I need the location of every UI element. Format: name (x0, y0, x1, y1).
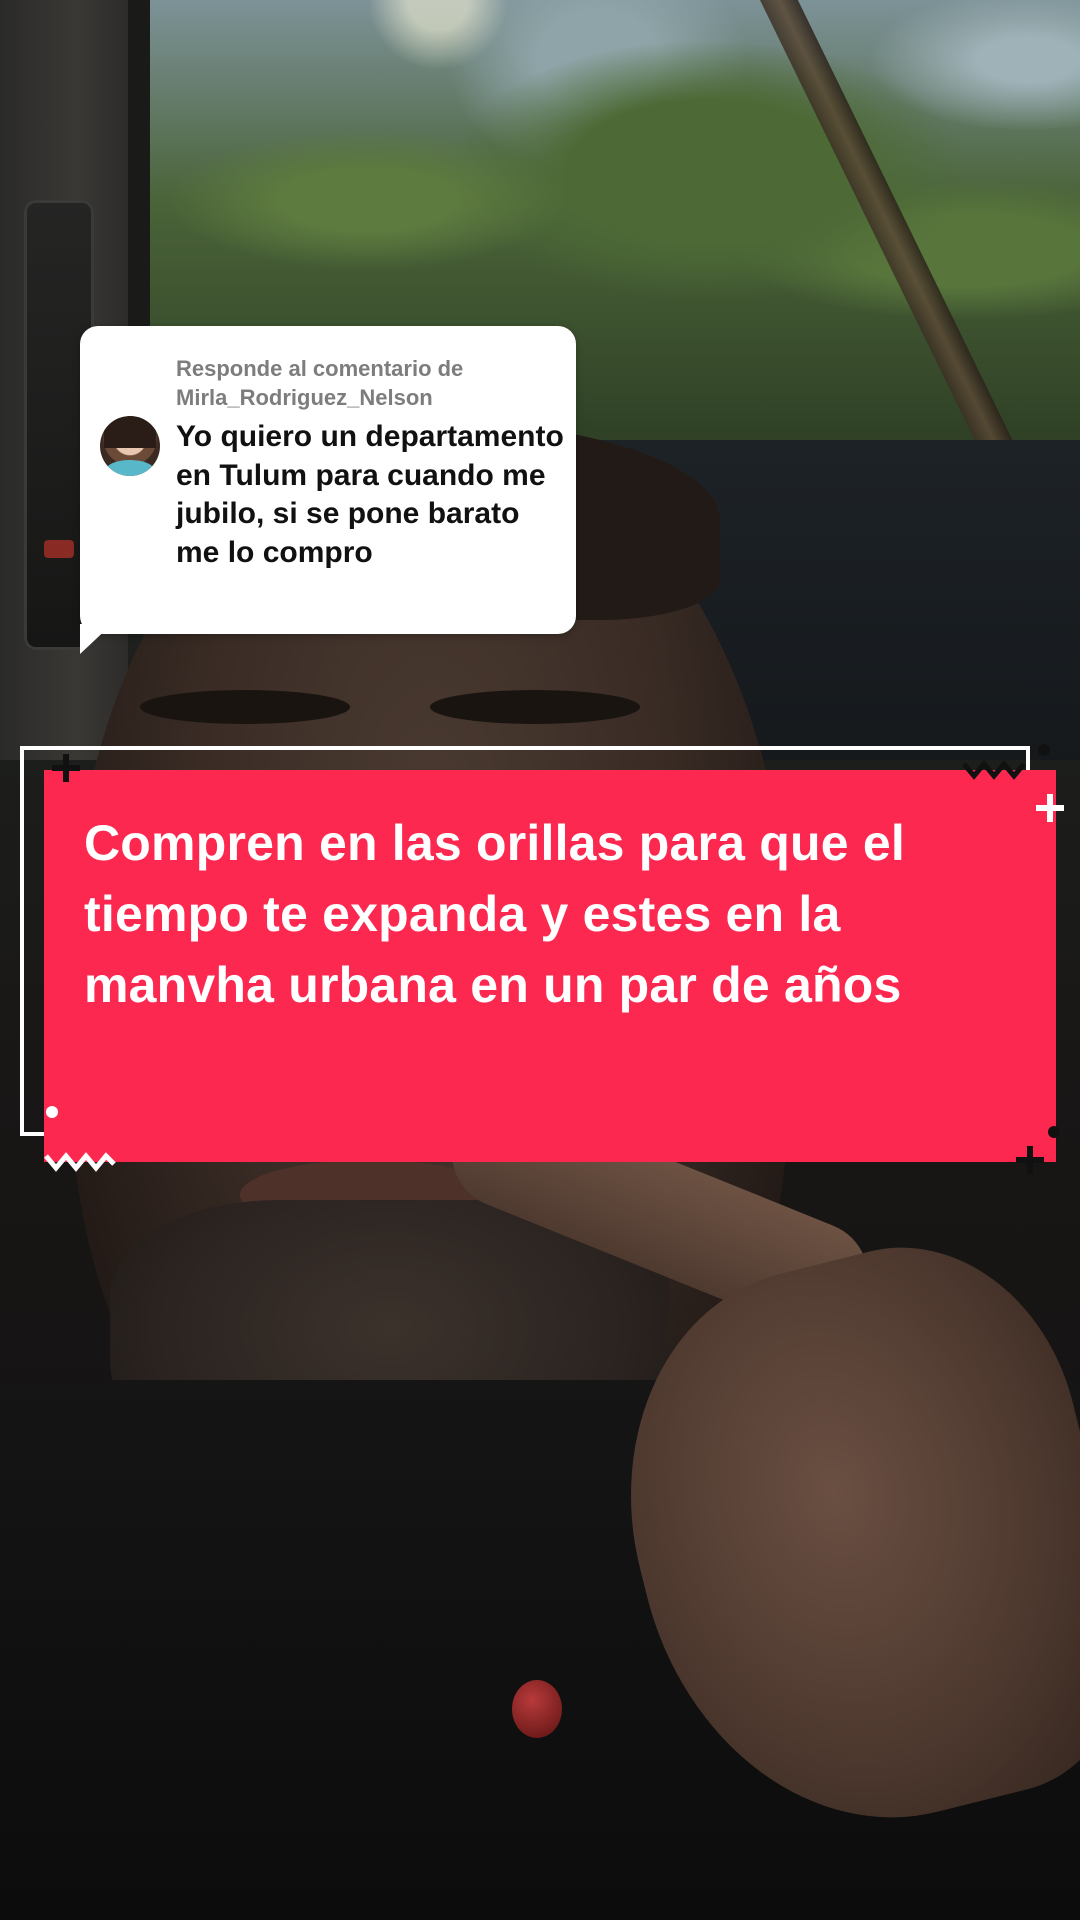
presenter-shirt-button (512, 1680, 562, 1738)
plus-icon (1016, 1146, 1044, 1174)
plus-icon (52, 754, 80, 782)
avatar-hair (104, 416, 156, 448)
reply-comment-bubble[interactable]: Responde al comentario de Mirla_Rodrigue… (80, 326, 576, 634)
caption-text: Compren en las orillas para que el tiemp… (84, 815, 905, 1013)
zigzag-icon (44, 1152, 116, 1172)
comment-username[interactable]: Mirla_Rodriguez_Nelson (176, 383, 566, 412)
avatar-shirt (106, 460, 154, 476)
background-lock-indicator (44, 540, 74, 558)
plus-icon (1036, 794, 1064, 822)
dot-icon (46, 1106, 58, 1118)
presenter-right-eyebrow (430, 690, 640, 724)
commenter-avatar[interactable] (100, 416, 160, 476)
comment-bubble-tail (80, 624, 112, 654)
dot-icon (1038, 744, 1050, 756)
comment-header: Responde al comentario de Mirla_Rodrigue… (176, 354, 566, 412)
zigzag-icon (962, 760, 1026, 780)
comment-text: Yo quiero un departamento en Tulum para … (176, 420, 564, 569)
video-frame: Responde al comentario de Mirla_Rodrigue… (0, 0, 1080, 1920)
presenter-left-eyebrow (140, 690, 350, 724)
reply-label: Responde al comentario de (176, 356, 464, 381)
dot-icon (1048, 1126, 1060, 1138)
